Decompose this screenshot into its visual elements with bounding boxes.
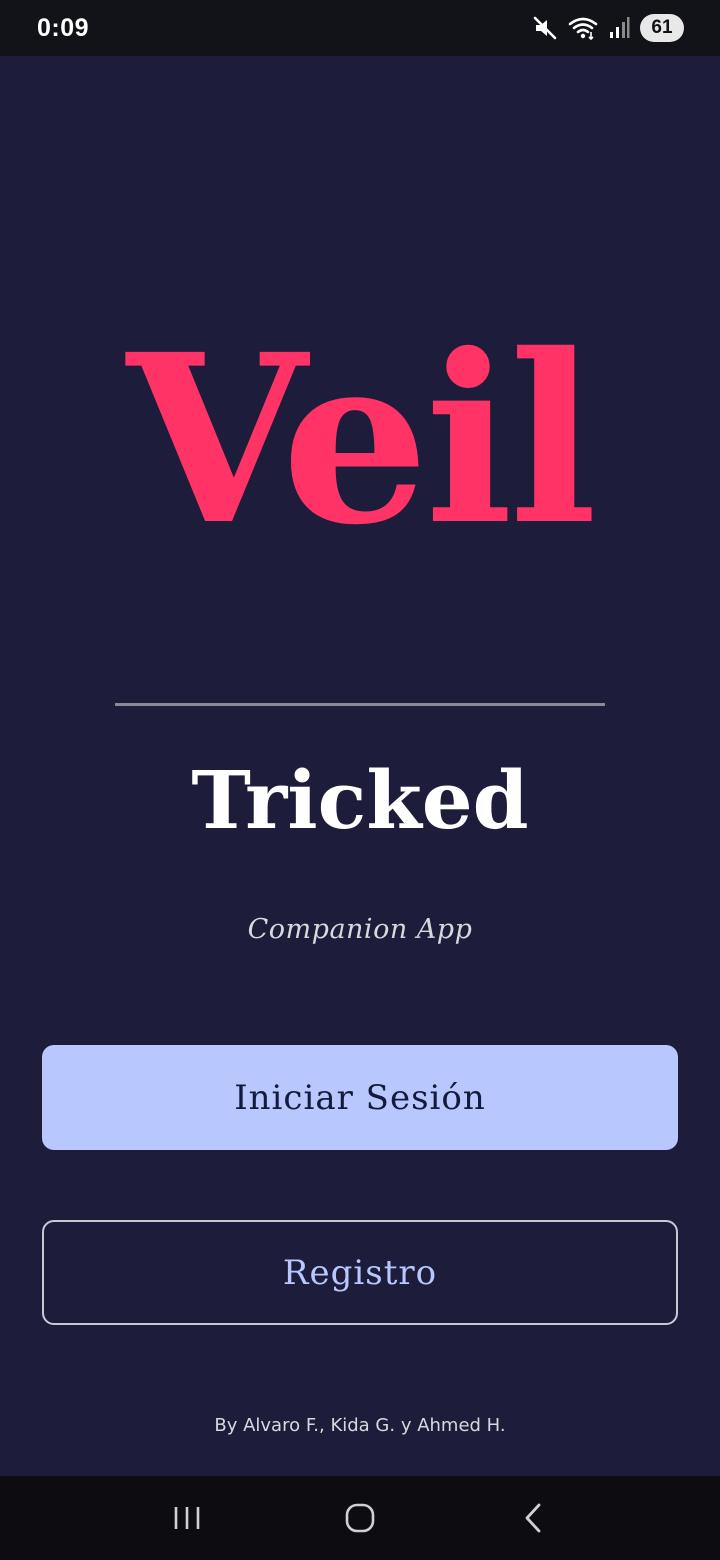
status-icons: 61 xyxy=(532,14,684,42)
app-logo: Veil xyxy=(126,303,598,576)
signal-icon xyxy=(608,16,630,40)
app-subtitle: Companion App xyxy=(247,914,473,945)
wifi-icon xyxy=(568,15,598,41)
recent-apps-icon[interactable] xyxy=(147,1488,227,1548)
status-time: 0:09 xyxy=(37,13,90,42)
status-bar: 0:09 61 xyxy=(0,0,720,56)
login-screen: 0:09 61 Veil Tricked Companion App Inici… xyxy=(0,0,720,1560)
credits-text: By Alvaro F., Kida G. y Ahmed H. xyxy=(214,1415,506,1436)
divider xyxy=(115,703,605,706)
mute-icon xyxy=(532,15,558,41)
register-button[interactable]: Registro xyxy=(42,1220,678,1325)
home-icon[interactable] xyxy=(320,1488,400,1548)
login-button[interactable]: Iniciar Sesión xyxy=(42,1045,678,1150)
navigation-bar xyxy=(0,1476,720,1560)
back-icon[interactable] xyxy=(493,1488,573,1548)
battery-icon: 61 xyxy=(640,14,684,42)
app-title: Tricked xyxy=(191,753,529,847)
